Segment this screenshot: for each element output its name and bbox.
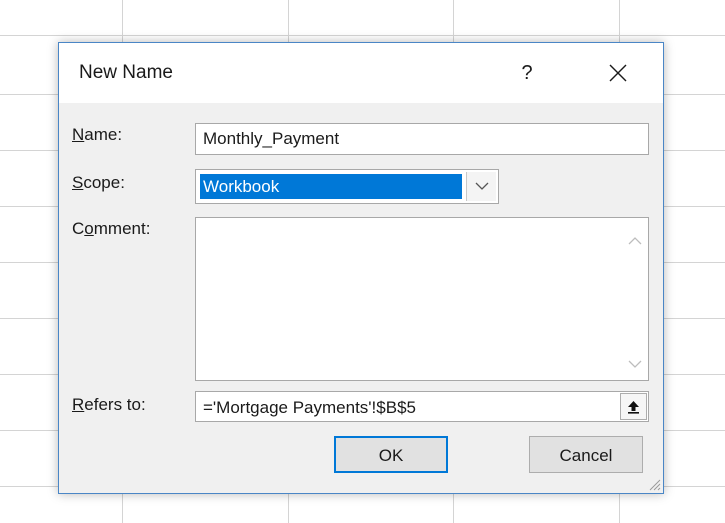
scroll-down-button[interactable] — [622, 352, 648, 376]
resize-grip-icon[interactable] — [647, 477, 661, 491]
new-name-dialog: New Name ? Name: Monthly_Payment Scope: … — [58, 42, 664, 494]
scope-label: Scope: — [72, 173, 125, 193]
chevron-down-icon — [628, 360, 642, 368]
comment-scrollbar[interactable] — [622, 218, 648, 380]
comment-label-pre: C — [72, 219, 85, 238]
cancel-button[interactable]: Cancel — [529, 436, 643, 473]
chevron-up-icon — [628, 236, 642, 244]
comment-label-text: mment: — [93, 219, 151, 238]
refers-to-input[interactable]: ='Mortgage Payments'!$B$5 — [195, 391, 649, 422]
scope-dropdown-button[interactable] — [466, 172, 496, 201]
close-button[interactable] — [595, 57, 641, 89]
chevron-down-icon — [475, 182, 488, 190]
name-label-text: ame: — [84, 125, 123, 144]
dialog-title: New Name — [79, 62, 173, 83]
name-input[interactable]: Monthly_Payment — [195, 123, 649, 155]
dialog-titlebar: New Name ? — [59, 43, 663, 103]
ok-button[interactable]: OK — [334, 436, 448, 473]
refers-to-label-text: efers to: — [84, 395, 146, 414]
scope-label-accel: S — [72, 173, 84, 192]
name-label: Name: — [72, 125, 122, 145]
scope-dropdown[interactable]: Workbook — [195, 169, 499, 204]
comment-textarea[interactable] — [195, 217, 649, 381]
close-icon — [609, 64, 627, 82]
name-label-accel: N — [72, 125, 85, 144]
comment-label-accel: o — [84, 219, 94, 238]
refers-to-value: ='Mortgage Payments'!$B$5 — [203, 398, 416, 417]
collapse-dialog-button[interactable] — [620, 393, 647, 420]
arrow-up-icon — [628, 400, 639, 414]
help-button[interactable]: ? — [507, 57, 547, 89]
scroll-up-button[interactable] — [622, 228, 648, 252]
refers-to-label: Refers to: — [72, 395, 146, 415]
refers-to-label-accel: R — [72, 395, 85, 414]
scope-label-text: cope: — [83, 173, 125, 192]
comment-label: Comment: — [72, 219, 150, 239]
scope-selected-value: Workbook — [200, 174, 462, 199]
